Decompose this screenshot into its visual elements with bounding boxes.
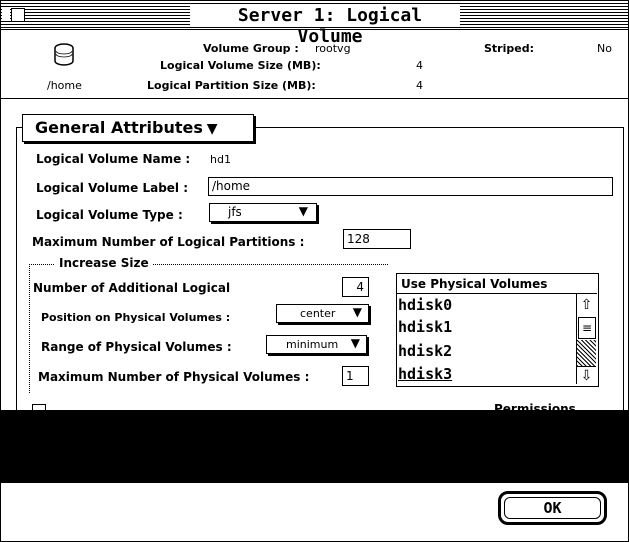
position-label: Position on Physical Volumes : <box>41 311 231 324</box>
lp-size-value: 4 <box>416 79 423 92</box>
lv-size-value: 4 <box>416 59 423 72</box>
max-lp-label: Maximum Number of Logical Partitions : <box>32 235 305 249</box>
lv-label-label: Logical Volume Label : <box>36 181 189 195</box>
general-attributes-popup[interactable]: General Attributes ▼ <box>22 114 254 142</box>
chevron-down-icon: ▼ <box>206 121 218 137</box>
list-item[interactable]: hdisk0 <box>398 296 452 314</box>
scroll-track-shade <box>577 340 596 366</box>
volume-group-value: rootvg <box>315 42 351 55</box>
lv-type-select[interactable]: jfs ▼ <box>209 203 317 222</box>
position-select[interactable]: center ▼ <box>276 304 369 323</box>
max-pv-label: Maximum Number of Physical Volumes : <box>38 370 310 384</box>
volume-group-label: Volume Group : <box>203 42 299 55</box>
lv-name-value: hd1 <box>210 153 231 166</box>
chevron-down-icon: ▼ <box>350 336 360 350</box>
ok-button[interactable]: OK <box>498 491 607 525</box>
list-item[interactable]: hdisk3 <box>398 365 452 383</box>
scroll-up-arrow-icon[interactable]: ⇧ <box>577 296 596 314</box>
disk-volume-icon <box>52 42 76 68</box>
redaction-band <box>0 410 629 483</box>
additional-lp-label: Number of Additional Logical <box>33 281 231 295</box>
lp-size-label: Logical Partition Size (MB): <box>147 79 316 92</box>
max-pv-field[interactable]: 1 <box>342 366 369 386</box>
range-label: Range of Physical Volumes : <box>41 340 232 354</box>
title-bar-gap <box>2 8 10 20</box>
list-item[interactable]: hdisk1 <box>398 318 452 336</box>
general-attributes-title: General Attributes <box>35 118 203 137</box>
close-box-icon[interactable] <box>11 8 25 22</box>
striped-label: Striped: <box>484 42 534 55</box>
list-item[interactable]: hdisk2 <box>398 342 452 360</box>
max-lp-field[interactable]: 128 <box>343 229 411 249</box>
lv-type-label: Logical Volume Type : <box>36 208 183 222</box>
list-header-divider <box>397 293 597 294</box>
lv-label-field[interactable]: /home <box>208 177 613 196</box>
scroll-down-arrow-icon[interactable]: ⇩ <box>577 366 596 385</box>
lv-name-label: Logical Volume Name : <box>36 152 191 166</box>
ok-button-label: OK <box>543 499 562 517</box>
header-divider <box>1 98 628 99</box>
physical-volumes-header: Use Physical Volumes <box>401 277 548 291</box>
ok-button-inner: OK <box>504 497 601 519</box>
chevron-down-icon: ▼ <box>352 305 362 319</box>
lv-type-value: jfs <box>228 205 242 219</box>
striped-value: No <box>597 42 612 55</box>
additional-lp-value: 4 <box>356 280 364 294</box>
range-value: minimum <box>286 338 339 351</box>
chevron-down-icon: ▼ <box>298 204 308 218</box>
additional-lp-field[interactable]: 4 <box>342 277 369 297</box>
window-title: Server 1: Logical Volume <box>237 5 423 47</box>
volume-icon-label: /home <box>47 79 82 92</box>
scroll-thumb[interactable]: ≡ <box>578 317 596 339</box>
permissions-label: Permissions <box>494 402 576 410</box>
range-select[interactable]: minimum ▼ <box>266 335 367 354</box>
position-value: center <box>300 307 336 320</box>
lv-size-label: Logical Volume Size (MB): <box>160 59 321 72</box>
increase-size-title: Increase Size <box>55 256 153 270</box>
